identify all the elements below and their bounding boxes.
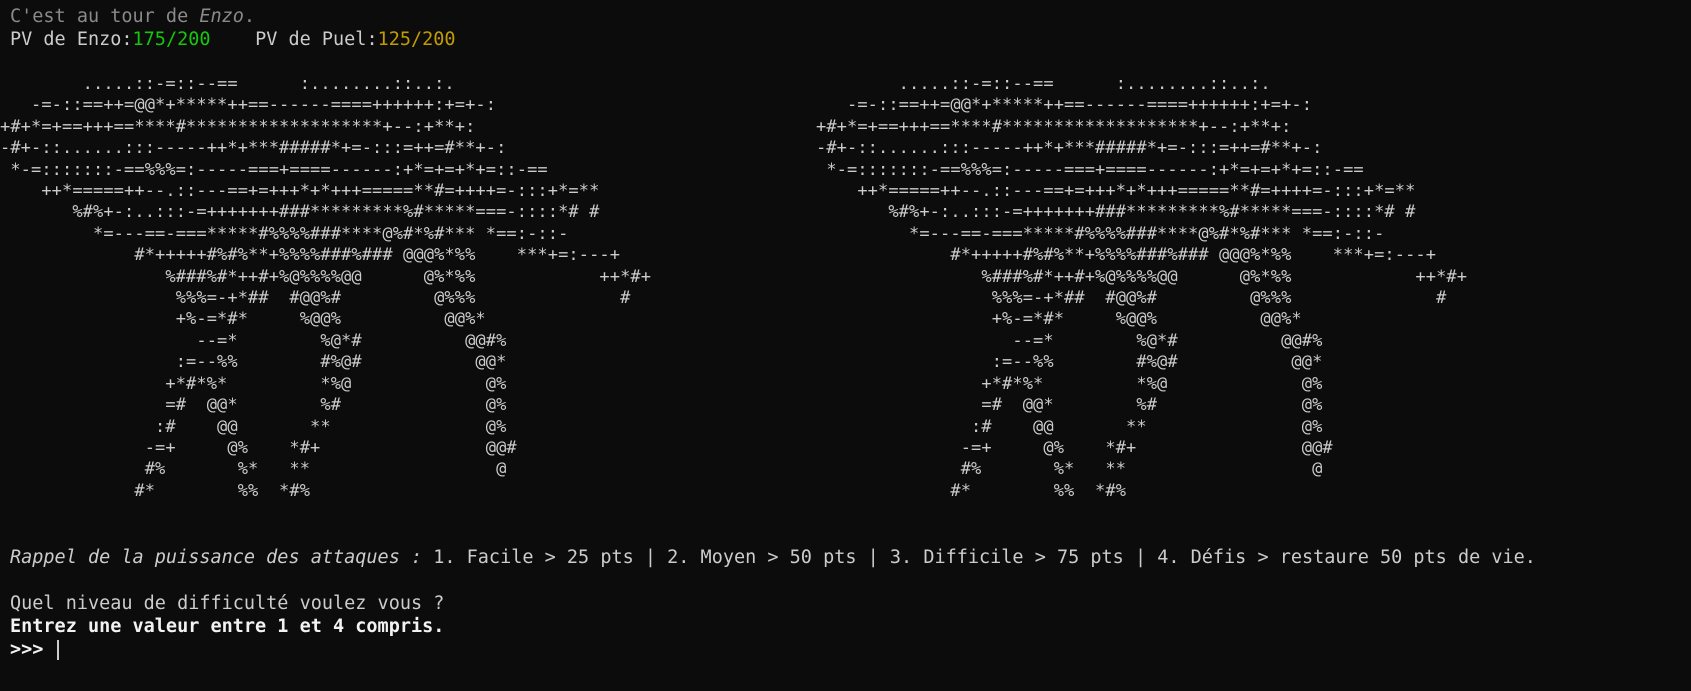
turn-suffix: . (243, 6, 256, 27)
attack-hint-line: Rappel de la puissance des attaques : 1.… (10, 546, 1691, 569)
ascii-art-right: .....::-=::--== :........::..:. -=-::==+… (816, 74, 1468, 501)
current-player-name: Enzo (199, 6, 244, 27)
input-instruction: Entrez une valeur entre 1 et 4 compris. (10, 616, 445, 637)
difficulty-question: Quel niveau de difficulté voulez vous ? (10, 593, 445, 614)
hp-line: PV de Enzo:175/200 PV de Puel:125/200 (10, 28, 1691, 51)
player2-hp-label: PV de Puel: (255, 29, 378, 50)
player1-hp-value: 175/200 (132, 29, 211, 50)
attack-hint-values: 1. Facile > 25 pts | 2. Moyen > 50 pts |… (422, 547, 1536, 568)
ascii-art-row: .....::-=::--== :........::..:. -=-::==+… (0, 74, 1691, 534)
terminal-window: C'est au tour de Enzo. PV de Enzo:175/20… (0, 0, 1691, 691)
attack-hint-title: Rappel de la puissance des attaques : (10, 547, 423, 568)
player1-hp-label: PV de Enzo: (10, 29, 133, 50)
turn-prefix: C'est au tour de (10, 6, 200, 27)
turn-line: C'est au tour de Enzo. (10, 5, 1691, 28)
prompt-marker: >>> (10, 639, 55, 660)
player2-hp-value: 125/200 (377, 29, 456, 50)
text-cursor[interactable] (56, 640, 59, 660)
ascii-art-left: .....::-=::--== :........::..:. -=-::==+… (0, 74, 652, 501)
hp-spacer (211, 29, 256, 50)
input-prompt-line[interactable]: >>> (10, 638, 1691, 661)
